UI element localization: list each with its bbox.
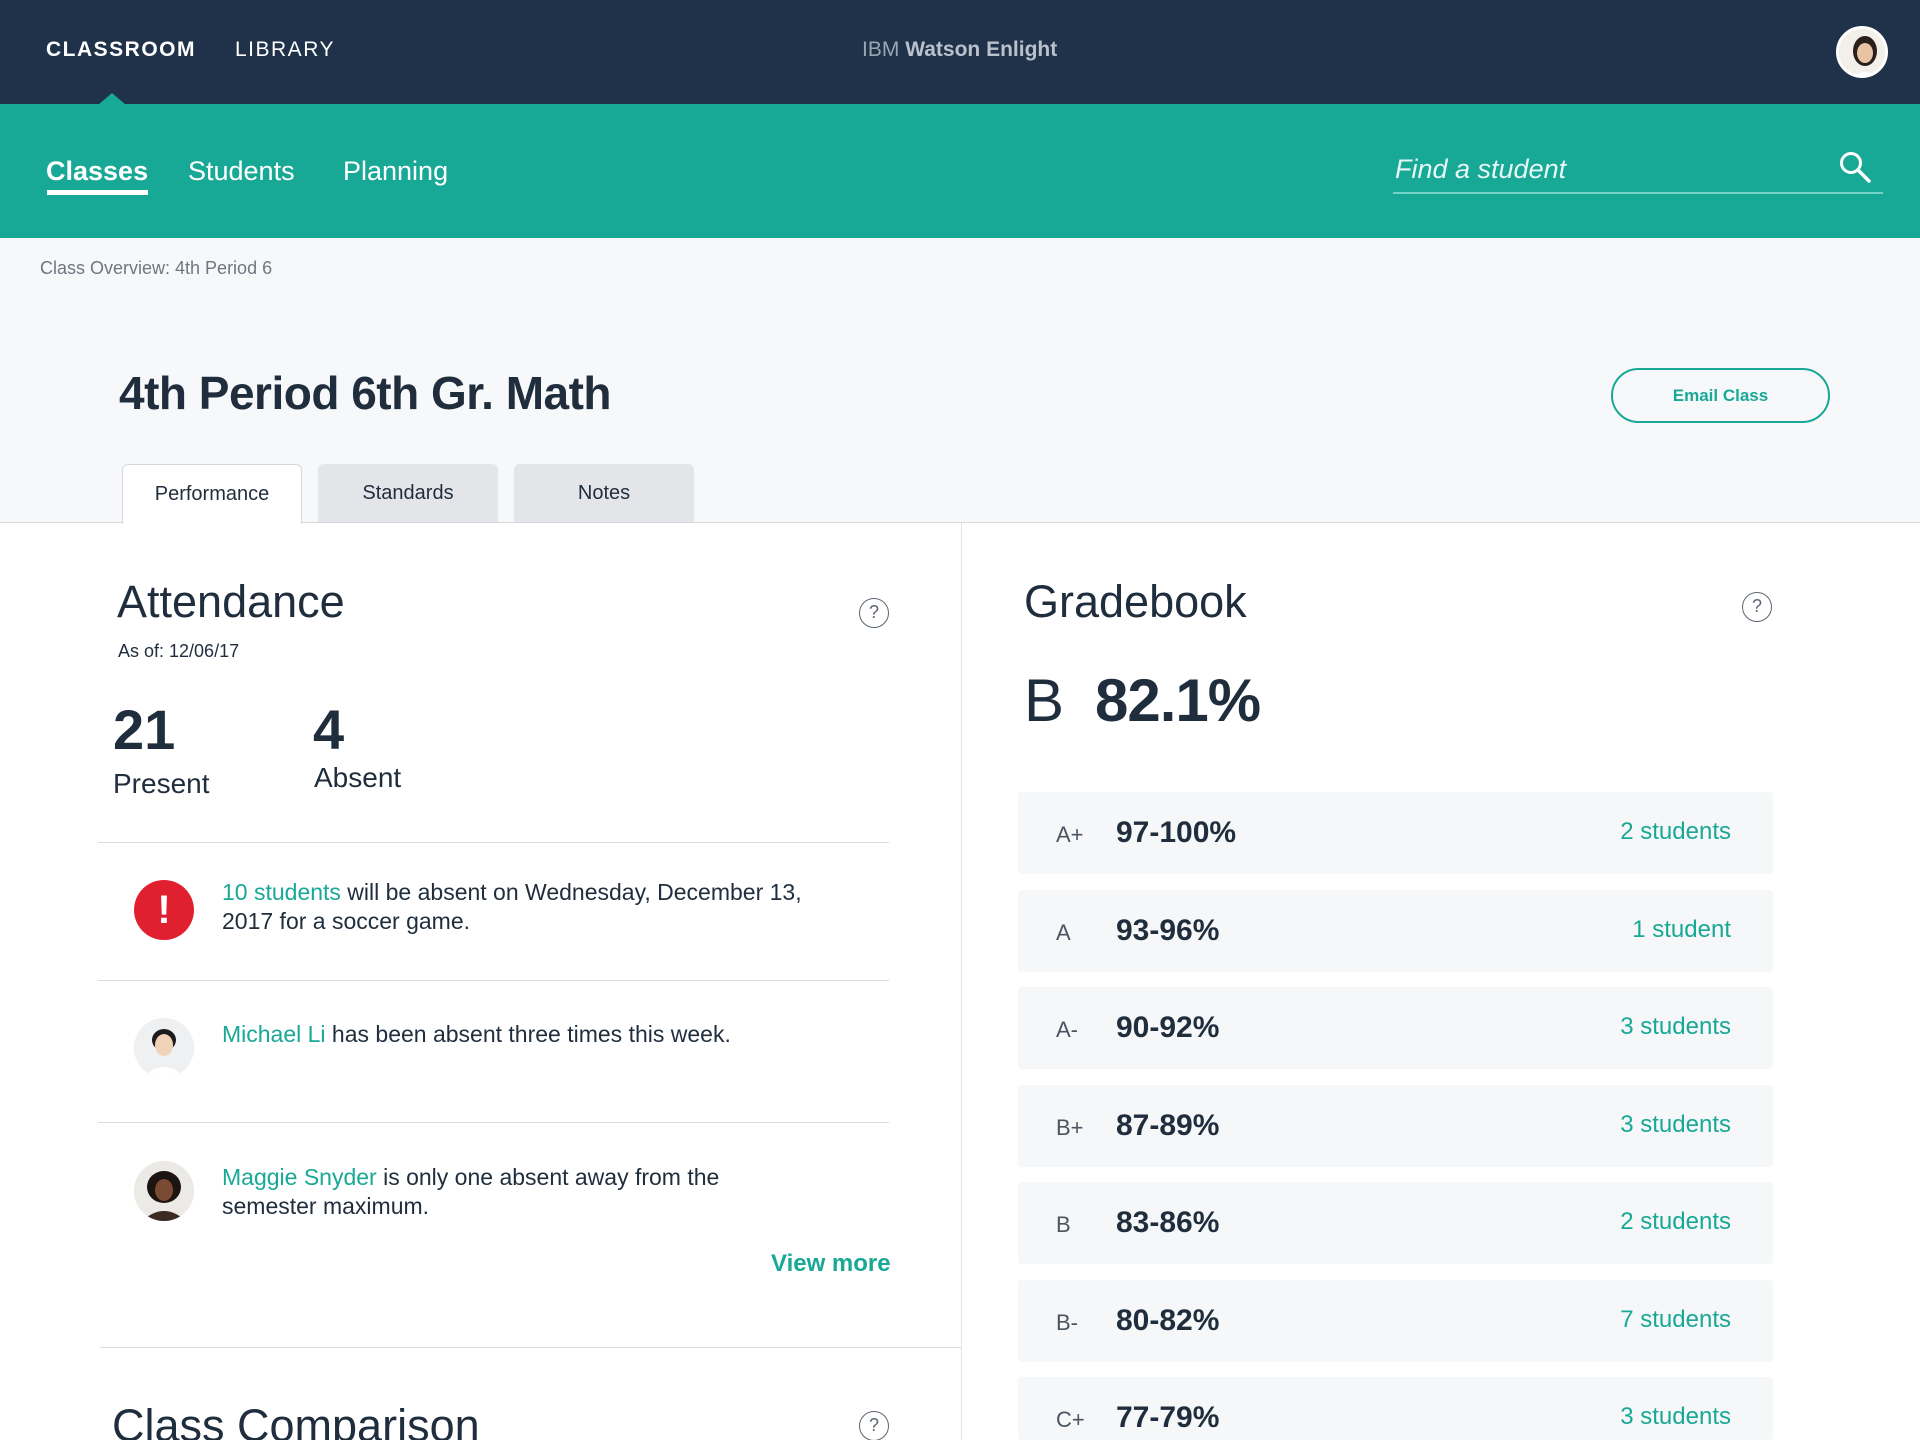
grade-row[interactable]: B 83-86% 2 students	[1018, 1182, 1773, 1264]
tab-planning[interactable]: Planning	[343, 156, 448, 187]
search-icon[interactable]	[1838, 150, 1872, 184]
grade-row[interactable]: A+ 97-100% 2 students	[1018, 792, 1773, 874]
grade-student-count[interactable]: 3 students	[1620, 1013, 1731, 1041]
column-divider	[961, 523, 962, 1440]
grade-row[interactable]: A 93-96% 1 student	[1018, 890, 1773, 972]
notice-text: has been absent three times this week.	[325, 1021, 731, 1047]
brand-name: Watson Enlight	[905, 38, 1058, 61]
grade-letter: B-	[1056, 1310, 1078, 1335]
attendance-notice: Maggie Snyder is only one absent away fr…	[222, 1163, 812, 1221]
brand-prefix: IBM	[862, 38, 900, 61]
notice-student-link[interactable]: Michael Li	[222, 1021, 326, 1047]
grade-letter: B+	[1056, 1115, 1084, 1140]
grade-range: 80-82%	[1116, 1304, 1220, 1337]
page-title: 4th Period 6th Gr. Math	[119, 367, 612, 419]
email-class-button[interactable]: Email Class	[1611, 368, 1830, 423]
student-avatar-icon	[134, 1018, 194, 1078]
divider	[98, 980, 889, 981]
grade-row[interactable]: A- 90-92% 3 students	[1018, 987, 1773, 1069]
gradebook-title: Gradebook	[1024, 576, 1247, 627]
student-avatar[interactable]	[134, 1161, 194, 1221]
grade-letter: A-	[1056, 1017, 1078, 1042]
user-avatar-icon	[1839, 29, 1885, 75]
tab-performance[interactable]: Performance	[122, 464, 302, 524]
divider	[98, 1122, 889, 1123]
tab-standards[interactable]: Standards	[318, 464, 498, 523]
grade-range: 97-100%	[1116, 816, 1237, 849]
present-label: Present	[113, 768, 210, 799]
grade-student-count[interactable]: 2 students	[1620, 818, 1731, 846]
attendance-notice: Michael Li has been absent three times t…	[222, 1020, 812, 1049]
attendance-help-icon[interactable]: ?	[859, 598, 889, 628]
student-search-input[interactable]	[1393, 146, 1883, 194]
tab-classes[interactable]: Classes	[46, 156, 148, 187]
class-comparison-title: Class Comparison	[112, 1400, 480, 1440]
breadcrumb[interactable]: Class Overview: 4th Period 6	[40, 258, 272, 279]
grade-letter: C+	[1056, 1407, 1085, 1432]
student-avatar[interactable]	[134, 1018, 194, 1078]
attendance-as-of: As of: 12/06/17	[118, 641, 240, 661]
divider	[98, 842, 889, 843]
attendance-title: Attendance	[117, 576, 345, 627]
overall-grade-percent: 82.1%	[1095, 667, 1261, 734]
present-count: 21	[113, 698, 176, 761]
grade-range: 93-96%	[1116, 914, 1220, 947]
grade-letter: B	[1056, 1212, 1071, 1237]
tab-students[interactable]: Students	[188, 156, 295, 187]
alert-icon: !	[134, 880, 194, 940]
grade-range: 87-89%	[1116, 1109, 1220, 1142]
grade-student-count[interactable]: 7 students	[1620, 1306, 1731, 1334]
grade-student-count[interactable]: 3 students	[1620, 1111, 1731, 1139]
comparison-help-icon[interactable]: ?	[859, 1411, 889, 1440]
grade-student-count[interactable]: 2 students	[1620, 1208, 1731, 1236]
overall-grade-letter: B	[1024, 667, 1065, 734]
active-tab-underline	[47, 190, 148, 195]
grade-range: 90-92%	[1116, 1011, 1220, 1044]
nav-classroom[interactable]: CLASSROOM	[46, 38, 196, 62]
student-avatar-icon	[134, 1161, 194, 1221]
top-bar: CLASSROOM LIBRARY IBM Watson Enlight	[0, 0, 1920, 105]
grade-letter: A	[1056, 920, 1071, 945]
grade-student-count[interactable]: 1 student	[1632, 916, 1731, 944]
grade-range: 83-86%	[1116, 1206, 1220, 1239]
attendance-notice: 10 students will be absent on Wednesday,…	[222, 878, 812, 936]
tab-notes[interactable]: Notes	[514, 464, 694, 523]
grade-row[interactable]: C+ 77-79% 3 students	[1018, 1377, 1773, 1440]
grade-student-count[interactable]: 3 students	[1620, 1403, 1731, 1431]
absent-label: Absent	[314, 762, 402, 793]
grade-row[interactable]: B- 80-82% 7 students	[1018, 1280, 1773, 1362]
notice-students-link[interactable]: 10 students	[222, 879, 341, 905]
grade-letter: A+	[1056, 822, 1084, 847]
grade-range: 77-79%	[1116, 1401, 1220, 1434]
absent-count: 4	[313, 698, 345, 761]
divider	[100, 1347, 961, 1348]
nav-library[interactable]: LIBRARY	[235, 38, 335, 62]
brand-logo: IBM Watson Enlight	[862, 38, 1057, 62]
user-avatar[interactable]	[1836, 26, 1888, 78]
grade-row[interactable]: B+ 87-89% 3 students	[1018, 1085, 1773, 1167]
notice-student-link[interactable]: Maggie Snyder	[222, 1164, 377, 1190]
gradebook-help-icon[interactable]: ?	[1742, 592, 1772, 622]
view-more-link[interactable]: View more	[771, 1250, 891, 1278]
